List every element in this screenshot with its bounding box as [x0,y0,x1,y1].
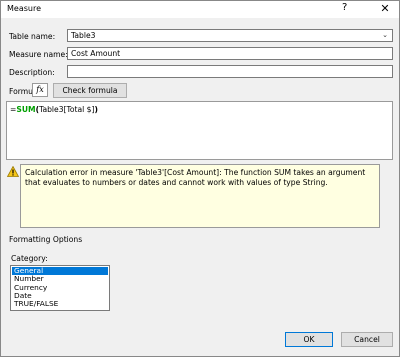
chevron-down-icon[interactable]: ⌄ [380,30,390,41]
category-label: Category: [11,254,48,263]
formula-argument: Table3[Total $] [39,105,95,114]
description-label: Description: [9,68,55,77]
formula-editor[interactable]: =SUM(Table3[Total $]) [6,101,393,160]
title-bar: Measure ? ✕ [1,1,399,18]
measure-dialog: Measure ? ✕ Table name: Table3 ⌄ Measure… [0,0,400,357]
close-icon[interactable]: ✕ [373,1,397,17]
table-name-label: Table name: [9,32,56,41]
description-input[interactable] [67,65,393,78]
measure-name-input[interactable]: Cost Amount [67,47,393,60]
table-name-combobox[interactable]: Table3 ⌄ [67,29,393,42]
check-formula-button[interactable]: Check formula [53,83,127,98]
formatting-options-title: Formatting Options [9,235,83,244]
error-message: Calculation error in measure 'Table3'[Co… [20,164,380,228]
help-icon[interactable]: ? [342,2,347,13]
measure-name-label: Measure name: [9,50,68,59]
cancel-button[interactable]: Cancel [341,332,393,347]
category-listbox[interactable]: General Number Currency Date TRUE/FALSE [10,265,110,311]
ok-button[interactable]: OK [285,332,333,347]
table-name-value: Table3 [71,31,96,40]
warning-icon [7,166,19,177]
category-item-true-false[interactable]: TRUE/FALSE [12,299,108,308]
formula-close-paren: ) [94,105,98,114]
window-title: Measure [7,4,41,13]
formula-function: SUM [16,105,36,114]
insert-function-button[interactable]: fx [32,83,48,97]
